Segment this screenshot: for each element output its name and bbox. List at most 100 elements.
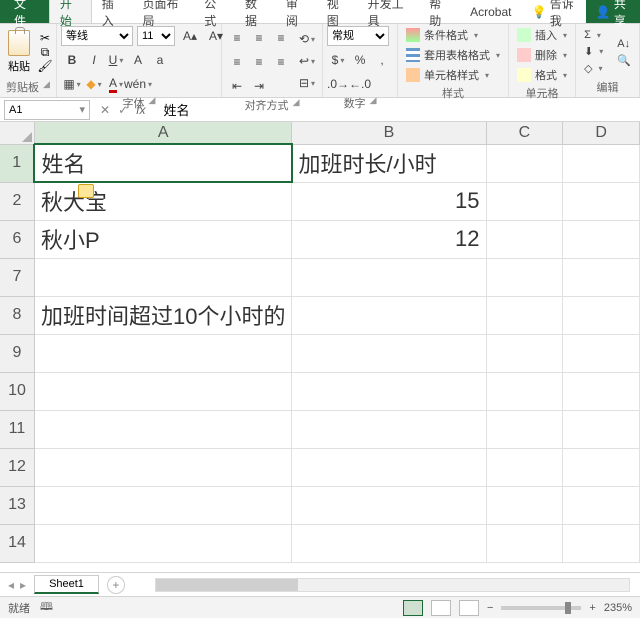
row-header[interactable]: 9	[0, 334, 34, 372]
tab-dev[interactable]: 开发工具	[358, 0, 420, 23]
cell-D12[interactable]	[563, 448, 640, 486]
percent-icon[interactable]: %	[349, 50, 371, 70]
cell-D6[interactable]	[563, 220, 640, 258]
page-layout-view-icon[interactable]	[431, 600, 451, 616]
tab-file[interactable]: 文件	[0, 0, 49, 23]
comma-icon[interactable]: ,	[371, 50, 393, 70]
cell-B14[interactable]	[292, 524, 486, 562]
fill-button[interactable]: ⬇	[580, 44, 607, 59]
cell-B10[interactable]	[292, 372, 486, 410]
clear-button[interactable]: ◇	[580, 61, 607, 76]
cell-A9[interactable]	[34, 334, 291, 372]
cell-D10[interactable]	[563, 372, 640, 410]
horizontal-scrollbar[interactable]	[155, 578, 630, 592]
align-left-icon[interactable]: ≡	[226, 52, 248, 72]
italic-button[interactable]: I	[83, 50, 105, 70]
row-header[interactable]: 8	[0, 296, 34, 334]
align-middle-icon[interactable]: ≡	[248, 28, 270, 48]
align-top-icon[interactable]: ≡	[226, 28, 248, 48]
grow-font-icon[interactable]: A▴	[179, 26, 201, 46]
row-header[interactable]: 14	[0, 524, 34, 562]
cell-C10[interactable]	[486, 372, 563, 410]
currency-icon[interactable]: $	[327, 50, 349, 70]
zoom-out-icon[interactable]: −	[487, 602, 493, 614]
tab-prev-icon[interactable]: ◂	[8, 578, 14, 592]
row-header[interactable]: 13	[0, 486, 34, 524]
font-size-select[interactable]: 11	[137, 26, 175, 46]
font-name-select[interactable]: 等线	[61, 26, 133, 46]
sheet-tab[interactable]: Sheet1	[34, 575, 99, 594]
cell-C11[interactable]	[486, 410, 563, 448]
align-bottom-icon[interactable]: ≡	[270, 28, 292, 48]
cell-C6[interactable]	[486, 220, 563, 258]
row-header[interactable]: 6	[0, 220, 34, 258]
zoom-in-icon[interactable]: +	[589, 602, 595, 614]
insert-cells-button[interactable]: 插入	[513, 26, 571, 44]
page-break-view-icon[interactable]	[459, 600, 479, 616]
row-header[interactable]: 10	[0, 372, 34, 410]
confirm-icon[interactable]: ✓	[118, 103, 128, 117]
tab-home[interactable]: 开始	[49, 0, 92, 23]
cell-B13[interactable]	[292, 486, 486, 524]
increase-decimal-icon[interactable]: .0→	[327, 74, 349, 94]
cell-B7[interactable]	[292, 258, 486, 296]
tab-insert[interactable]: 插入	[92, 0, 133, 23]
format-painter-icon[interactable]: 🖌	[38, 60, 52, 72]
formula-input[interactable]: 姓名	[155, 100, 640, 119]
cell-C12[interactable]	[486, 448, 563, 486]
autosum-button[interactable]: Σ	[580, 28, 607, 42]
cell-B8[interactable]	[292, 296, 486, 334]
border-button[interactable]: ▦	[61, 74, 83, 94]
conditional-format-button[interactable]: 条件格式	[402, 26, 504, 44]
underline-button[interactable]: U	[105, 50, 127, 70]
phonetic-button[interactable]: A	[127, 50, 149, 70]
cell-A13[interactable]	[34, 486, 291, 524]
wen-button[interactable]: wén	[127, 74, 149, 94]
cell-A2[interactable]: 秋大宝	[34, 182, 291, 220]
cell-C8[interactable]	[486, 296, 563, 334]
tab-help[interactable]: 帮助	[419, 0, 460, 23]
cell-styles-button[interactable]: 单元格样式	[402, 66, 504, 84]
tab-view[interactable]: 视图	[317, 0, 358, 23]
sort-filter-button[interactable]: A↓	[613, 37, 635, 51]
cell-C13[interactable]	[486, 486, 563, 524]
cell-C1[interactable]	[486, 144, 563, 182]
phonetic-a-button[interactable]: a	[149, 50, 171, 70]
cell-C2[interactable]	[486, 182, 563, 220]
cell-C14[interactable]	[486, 524, 563, 562]
cut-icon[interactable]: ✂	[38, 32, 52, 44]
delete-cells-button[interactable]: 删除	[513, 46, 571, 64]
cell-D1[interactable]	[563, 144, 640, 182]
share-button[interactable]: 👤 共享	[586, 0, 640, 23]
cell-C9[interactable]	[486, 334, 563, 372]
orientation-icon[interactable]: ⟲	[296, 29, 318, 49]
accessibility-icon[interactable]: 🕮	[40, 598, 53, 617]
cell-B9[interactable]	[292, 334, 486, 372]
align-center-icon[interactable]: ≡	[248, 52, 270, 72]
fx-icon[interactable]: fx	[136, 103, 145, 117]
bold-button[interactable]: B	[61, 50, 83, 70]
cell-B11[interactable]	[292, 410, 486, 448]
cell-A6[interactable]: 秋小P	[34, 220, 291, 258]
tab-data[interactable]: 数据	[235, 0, 276, 23]
cell-D8[interactable]	[563, 296, 640, 334]
tab-formulas[interactable]: 公式	[194, 0, 235, 23]
table-format-button[interactable]: 套用表格格式	[402, 46, 504, 64]
col-header[interactable]: B	[292, 122, 486, 144]
zoom-level[interactable]: 235%	[604, 602, 632, 614]
cell-D9[interactable]	[563, 334, 640, 372]
normal-view-icon[interactable]	[403, 600, 423, 616]
cell-B2[interactable]: 15	[292, 182, 486, 220]
merge-icon[interactable]: ⊟	[296, 73, 318, 93]
tab-layout[interactable]: 页面布局	[133, 0, 195, 23]
row-header[interactable]: 1	[0, 144, 34, 182]
col-header[interactable]: D	[563, 122, 640, 144]
row-header[interactable]: 7	[0, 258, 34, 296]
cell-C7[interactable]	[486, 258, 563, 296]
smart-tag-icon[interactable]	[78, 184, 94, 198]
cell-A7[interactable]	[34, 258, 291, 296]
cancel-icon[interactable]: ✕	[100, 103, 110, 117]
tab-acrobat[interactable]: Acrobat	[460, 0, 521, 23]
cell-B12[interactable]	[292, 448, 486, 486]
increase-indent-icon[interactable]: ⇥	[248, 76, 270, 96]
